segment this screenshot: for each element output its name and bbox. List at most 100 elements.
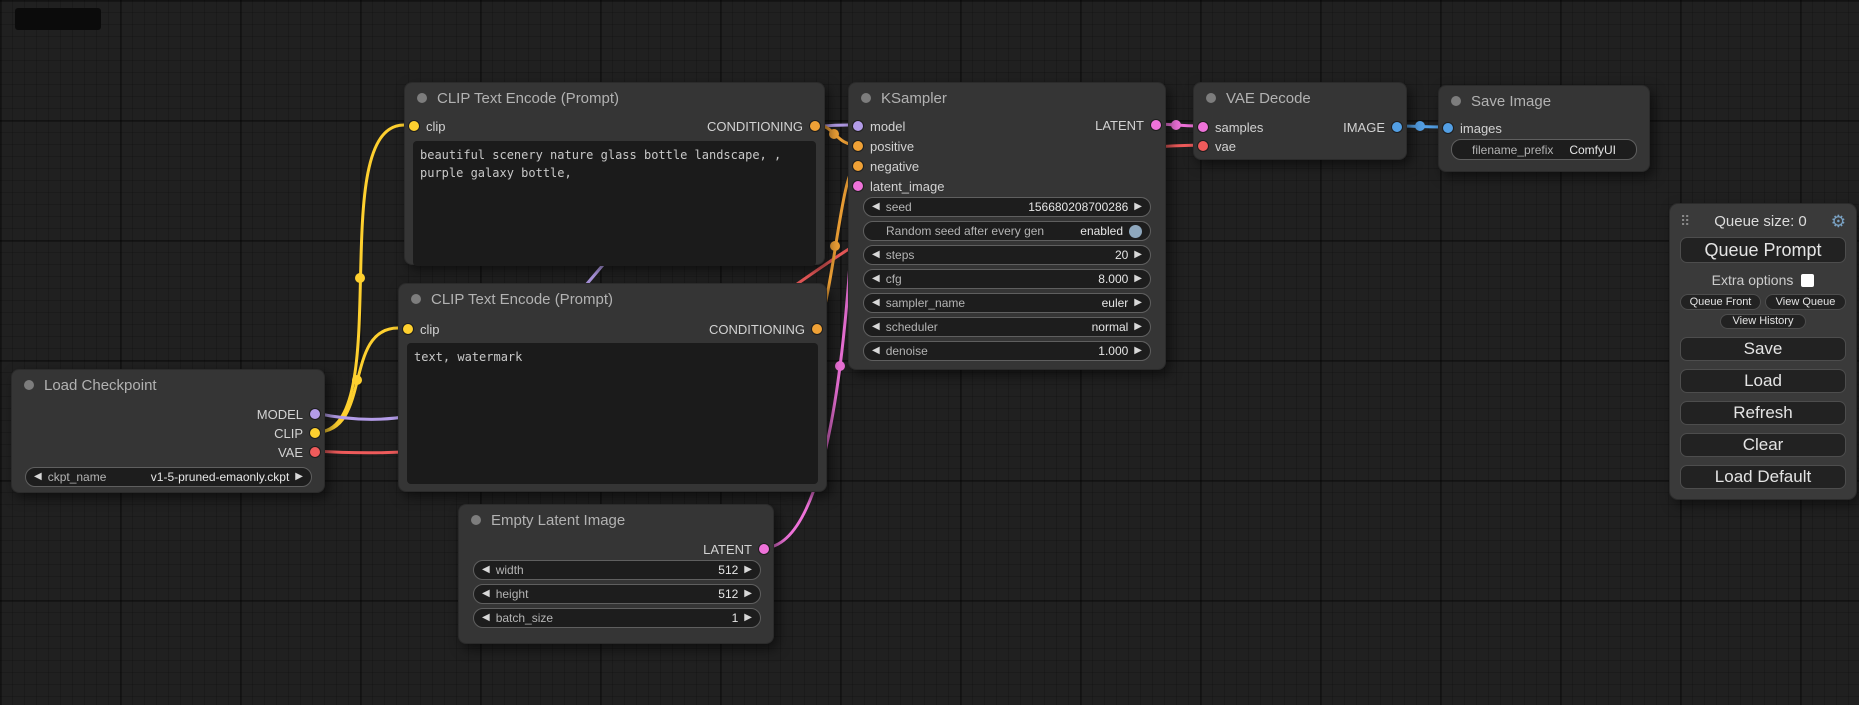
latent-port-dot[interactable]: [1198, 122, 1208, 132]
node-load-checkpoint[interactable]: Load Checkpoint MODEL CLIP VAE ◀ ckpt_na…: [11, 369, 325, 493]
width-widget[interactable]: ◀ width 512 ▶: [473, 560, 761, 580]
conditioning-port-dot[interactable]: [853, 141, 863, 151]
load-default-button[interactable]: Load Default: [1680, 465, 1846, 489]
output-port-clip[interactable]: CLIP: [274, 424, 320, 442]
steps-widget[interactable]: ◀ steps 20 ▶: [863, 245, 1151, 265]
increment-arrow-icon[interactable]: ▶: [1134, 202, 1142, 212]
image-port-dot[interactable]: [1392, 122, 1402, 132]
vae-port-dot[interactable]: [1198, 141, 1208, 151]
clip-port-dot[interactable]: [310, 428, 320, 438]
settings-gear-icon[interactable]: ⚙: [1831, 213, 1846, 230]
batch-size-widget[interactable]: ◀ batch_size 1 ▶: [473, 608, 761, 628]
node-title-bar[interactable]: Empty Latent Image: [459, 505, 773, 535]
input-port-model[interactable]: model: [853, 117, 905, 135]
node-title-bar[interactable]: CLIP Text Encode (Prompt): [399, 284, 826, 314]
conditioning-port-dot[interactable]: [812, 324, 822, 334]
negative-prompt-textarea[interactable]: text, watermark: [407, 343, 818, 484]
increment-arrow-icon[interactable]: ▶: [744, 589, 752, 599]
increment-arrow-icon[interactable]: ▶: [295, 472, 303, 482]
increment-arrow-icon[interactable]: ▶: [744, 565, 752, 575]
latent-port-dot[interactable]: [759, 544, 769, 554]
node-clip-text-encode-negative[interactable]: CLIP Text Encode (Prompt) clip CONDITION…: [398, 283, 827, 492]
node-title-bar[interactable]: CLIP Text Encode (Prompt): [405, 83, 824, 113]
node-title-bar[interactable]: VAE Decode: [1194, 83, 1406, 113]
queue-front-button[interactable]: Queue Front: [1680, 294, 1761, 310]
output-port-latent[interactable]: LATENT: [1095, 116, 1161, 134]
vae-port-dot[interactable]: [310, 447, 320, 457]
cfg-widget[interactable]: ◀ cfg 8.000 ▶: [863, 269, 1151, 289]
decrement-arrow-icon[interactable]: ◀: [482, 565, 490, 575]
increment-arrow-icon[interactable]: ▶: [1134, 346, 1142, 356]
extra-options-checkbox[interactable]: [1801, 274, 1814, 287]
node-vae-decode[interactable]: VAE Decode samples IMAGE vae: [1193, 82, 1407, 160]
node-clip-text-encode-positive[interactable]: CLIP Text Encode (Prompt) clip CONDITION…: [404, 82, 825, 265]
node-status-dot-icon[interactable]: [417, 93, 427, 103]
filename-prefix-widget[interactable]: filename_prefix ComfyUI: [1451, 139, 1637, 160]
increment-arrow-icon[interactable]: ▶: [1134, 250, 1142, 260]
increment-arrow-icon[interactable]: ▶: [1134, 274, 1142, 284]
toggle-knob-icon[interactable]: [1129, 225, 1142, 238]
input-port-samples[interactable]: samples: [1198, 118, 1263, 136]
input-port-clip[interactable]: clip: [403, 320, 440, 338]
decrement-arrow-icon[interactable]: ◀: [872, 346, 880, 356]
queue-prompt-button[interactable]: Queue Prompt: [1680, 237, 1846, 263]
output-port-image[interactable]: IMAGE: [1343, 118, 1402, 136]
node-status-dot-icon[interactable]: [861, 93, 871, 103]
sampler-name-widget[interactable]: ◀ sampler_name euler ▶: [863, 293, 1151, 313]
ckpt-name-widget[interactable]: ◀ ckpt_name v1-5-pruned-emaonly.ckpt ▶: [25, 467, 312, 487]
increment-arrow-icon[interactable]: ▶: [1134, 298, 1142, 308]
refresh-button[interactable]: Refresh: [1680, 401, 1846, 425]
node-save-image[interactable]: Save Image images filename_prefix ComfyU…: [1438, 85, 1650, 172]
input-port-clip[interactable]: clip: [409, 117, 446, 135]
decrement-arrow-icon[interactable]: ◀: [482, 589, 490, 599]
increment-arrow-icon[interactable]: ▶: [744, 613, 752, 623]
input-port-images[interactable]: images: [1443, 119, 1502, 137]
decrement-arrow-icon[interactable]: ◀: [872, 274, 880, 284]
latent-port-dot[interactable]: [1151, 120, 1161, 130]
input-port-latent-image[interactable]: latent_image: [853, 177, 944, 195]
height-widget[interactable]: ◀ height 512 ▶: [473, 584, 761, 604]
model-port-dot[interactable]: [853, 121, 863, 131]
decrement-arrow-icon[interactable]: ◀: [872, 298, 880, 308]
model-port-dot[interactable]: [310, 409, 320, 419]
output-port-conditioning[interactable]: CONDITIONING: [709, 320, 822, 338]
drag-handle-icon[interactable]: ⠿: [1680, 213, 1690, 230]
clip-port-dot[interactable]: [403, 324, 413, 334]
save-button[interactable]: Save: [1680, 337, 1846, 361]
node-status-dot-icon[interactable]: [24, 380, 34, 390]
load-button[interactable]: Load: [1680, 369, 1846, 393]
node-status-dot-icon[interactable]: [471, 515, 481, 525]
node-graph-canvas[interactable]: Load Checkpoint MODEL CLIP VAE ◀ ckpt_na…: [0, 0, 1859, 705]
node-empty-latent-image[interactable]: Empty Latent Image LATENT ◀ width 512 ▶ …: [458, 504, 774, 644]
node-title-bar[interactable]: Save Image: [1439, 86, 1649, 116]
decrement-arrow-icon[interactable]: ◀: [482, 613, 490, 623]
image-port-dot[interactable]: [1443, 123, 1453, 133]
conditioning-port-dot[interactable]: [853, 161, 863, 171]
output-port-latent[interactable]: LATENT: [703, 540, 769, 558]
random-seed-toggle-widget[interactable]: Random seed after every gen enabled: [863, 221, 1151, 241]
decrement-arrow-icon[interactable]: ◀: [872, 202, 880, 212]
decrement-arrow-icon[interactable]: ◀: [872, 322, 880, 332]
node-ksampler[interactable]: KSampler model LATENT positive negative …: [848, 82, 1166, 370]
output-port-vae[interactable]: VAE: [278, 443, 320, 461]
input-port-vae[interactable]: vae: [1198, 137, 1236, 155]
scheduler-widget[interactable]: ◀ scheduler normal ▶: [863, 317, 1151, 337]
node-status-dot-icon[interactable]: [1206, 93, 1216, 103]
view-queue-button[interactable]: View Queue: [1765, 294, 1846, 310]
node-status-dot-icon[interactable]: [1451, 96, 1461, 106]
node-title-bar[interactable]: KSampler: [849, 83, 1165, 113]
latent-port-dot[interactable]: [853, 181, 863, 191]
output-port-conditioning[interactable]: CONDITIONING: [707, 117, 820, 135]
clear-button[interactable]: Clear: [1680, 433, 1846, 457]
clip-port-dot[interactable]: [409, 121, 419, 131]
increment-arrow-icon[interactable]: ▶: [1134, 322, 1142, 332]
conditioning-port-dot[interactable]: [810, 121, 820, 131]
node-title-bar[interactable]: Load Checkpoint: [12, 370, 324, 400]
input-port-negative[interactable]: negative: [853, 157, 919, 175]
positive-prompt-textarea[interactable]: beautiful scenery nature glass bottle la…: [413, 141, 816, 266]
denoise-widget[interactable]: ◀ denoise 1.000 ▶: [863, 341, 1151, 361]
node-status-dot-icon[interactable]: [411, 294, 421, 304]
decrement-arrow-icon[interactable]: ◀: [872, 250, 880, 260]
output-port-model[interactable]: MODEL: [257, 405, 320, 423]
decrement-arrow-icon[interactable]: ◀: [34, 472, 42, 482]
